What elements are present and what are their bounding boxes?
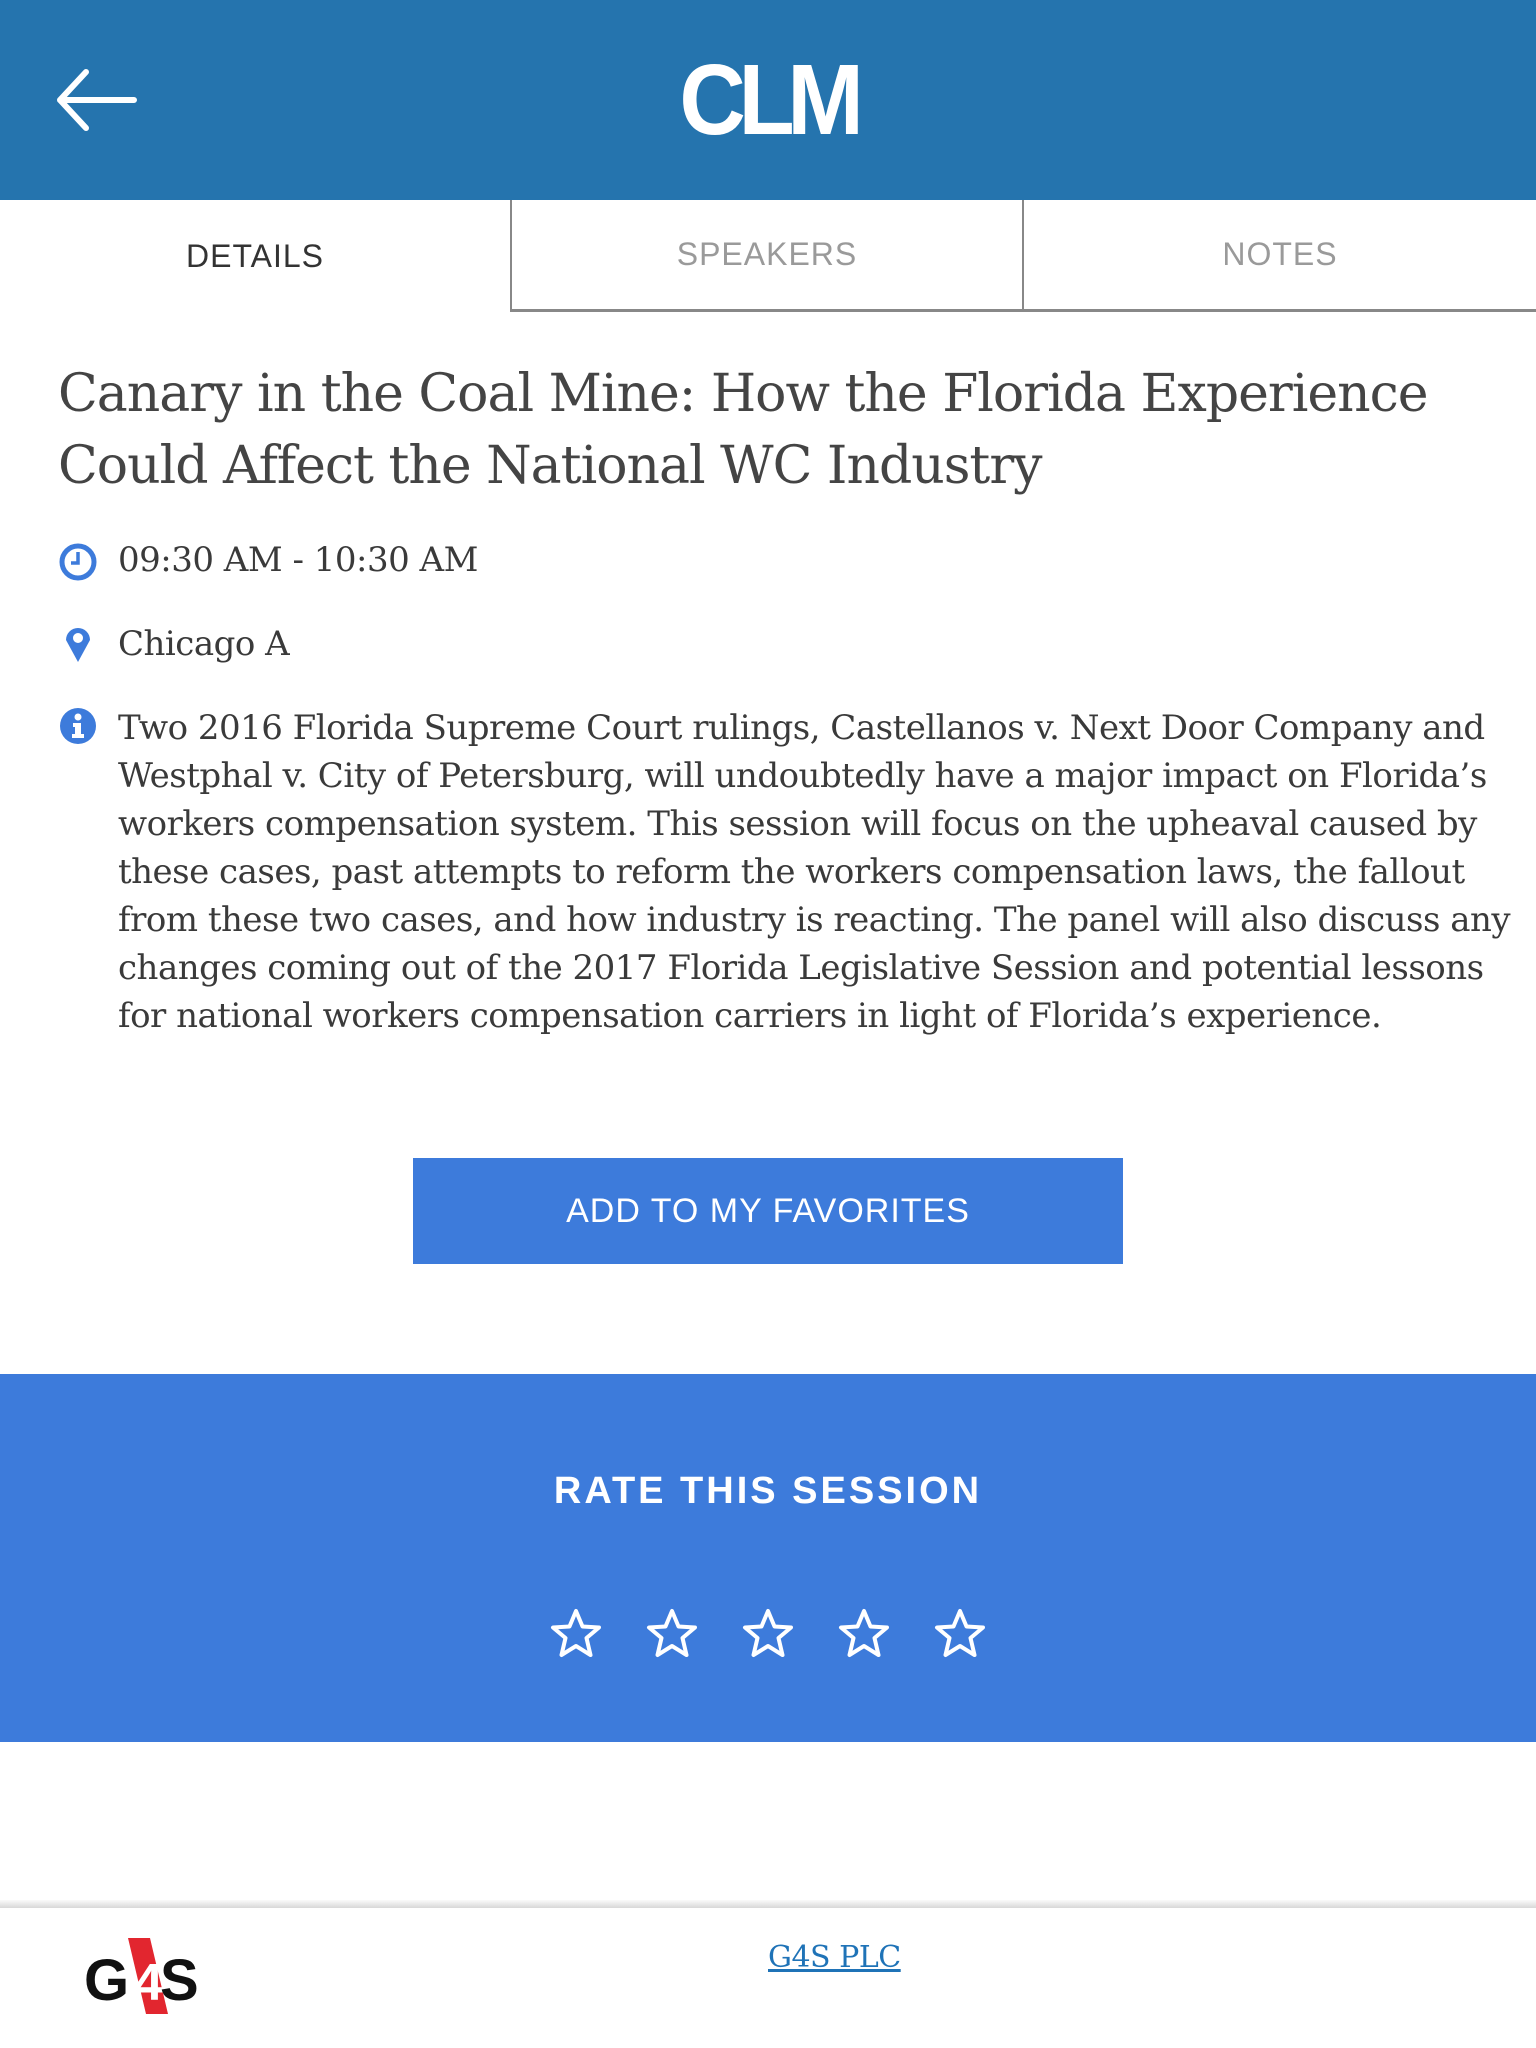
session-description-row: Two 2016 Florida Supreme Court rulings, …: [58, 704, 1536, 1040]
tab-details[interactable]: DETAILS: [0, 200, 510, 312]
clm-logo: CLM: [679, 44, 864, 156]
sponsor-link[interactable]: G4S PLC: [768, 1940, 901, 1975]
tab-bar: DETAILS SPEAKERS NOTES: [0, 200, 1536, 314]
session-time: 09:30 AM - 10:30 AM: [118, 540, 478, 580]
star-rating: [0, 1606, 1536, 1662]
sponsor-logo: G 4 S: [82, 1938, 208, 2014]
tab-notes[interactable]: NOTES: [1022, 200, 1536, 312]
info-icon: [58, 704, 118, 746]
svg-text:4: 4: [134, 1954, 163, 2012]
session-location-row: Chicago A: [58, 620, 290, 668]
star-outline-icon[interactable]: [644, 1606, 700, 1662]
star-outline-icon[interactable]: [932, 1606, 988, 1662]
clock-icon: [58, 536, 118, 582]
svg-text:S: S: [160, 1948, 199, 2013]
map-pin-icon: [58, 620, 118, 664]
tab-speakers[interactable]: SPEAKERS: [510, 200, 1022, 312]
footer-divider: [0, 1900, 1536, 1908]
rating-section: RATE THIS SESSION: [0, 1374, 1536, 1742]
star-outline-icon[interactable]: [740, 1606, 796, 1662]
add-to-favorites-button[interactable]: ADD TO MY FAVORITES: [413, 1158, 1123, 1264]
session-title: Canary in the Coal Mine: How the Florida…: [58, 364, 1429, 496]
svg-text:G: G: [84, 1948, 129, 2013]
session-location: Chicago A: [118, 624, 290, 664]
session-time-row: 09:30 AM - 10:30 AM: [58, 536, 478, 584]
session-description: Two 2016 Florida Supreme Court rulings, …: [118, 708, 1511, 1036]
app-header: CLM: [0, 0, 1536, 200]
rating-title: RATE THIS SESSION: [553, 1470, 983, 1512]
star-outline-icon[interactable]: [548, 1606, 604, 1662]
star-outline-icon[interactable]: [836, 1606, 892, 1662]
